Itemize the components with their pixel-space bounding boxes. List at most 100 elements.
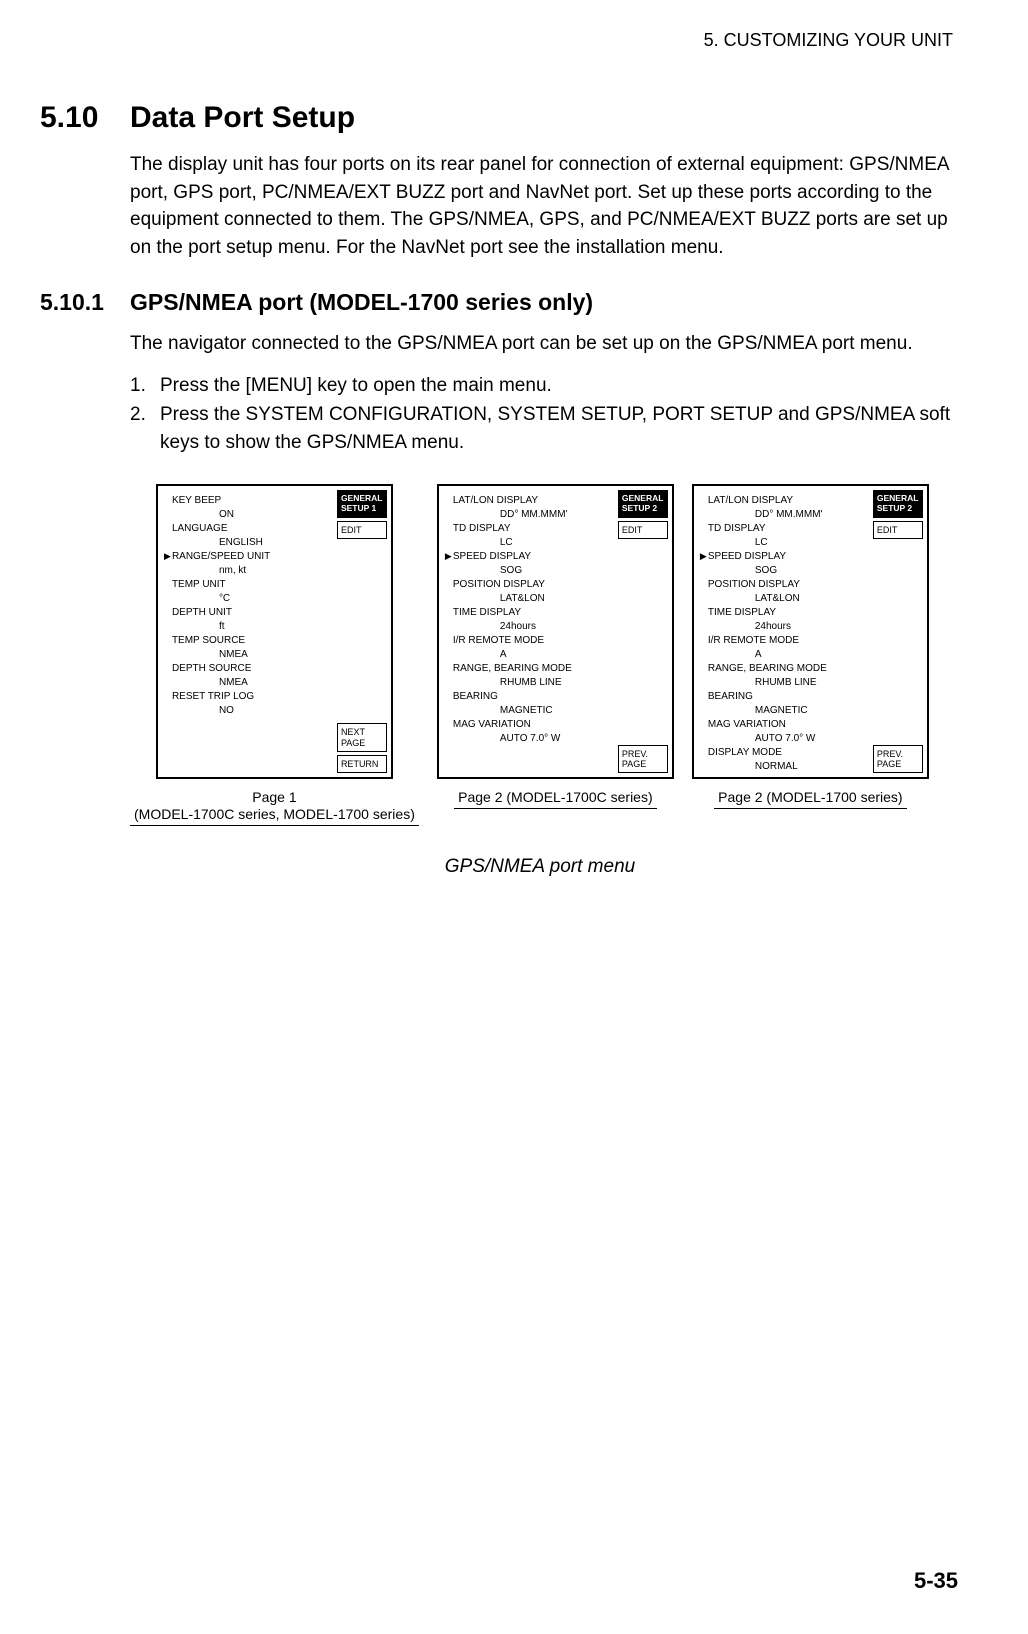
caret-icon xyxy=(445,718,453,732)
menu-item[interactable]: POSITION DISPLAY xyxy=(445,578,608,592)
menu-item-value: NMEA xyxy=(219,676,327,690)
menu-item[interactable]: TD DISPLAY xyxy=(700,522,863,536)
menu-item-label: DISPLAY MODE xyxy=(708,746,863,760)
menu-item[interactable]: ▶SPEED DISPLAY xyxy=(700,550,863,564)
caret-icon xyxy=(164,634,172,648)
menu-item-value: 24hours xyxy=(500,620,608,634)
menu-item-value: RHUMB LINE xyxy=(500,676,608,690)
caret-icon xyxy=(445,690,453,704)
caret-icon xyxy=(445,578,453,592)
softkey[interactable]: NEXT PAGE xyxy=(337,723,387,752)
menu-item-label: I/R REMOTE MODE xyxy=(708,634,863,648)
menu-item-label: BEARING xyxy=(708,690,863,704)
menu-item[interactable]: DEPTH SOURCE xyxy=(164,662,327,676)
menu-item[interactable]: MAG VARIATION xyxy=(700,718,863,732)
caret-icon xyxy=(700,690,708,704)
screen-block: KEY BEEPONLANGUAGEENGLISH▶RANGE/SPEED UN… xyxy=(130,484,419,826)
menu-item[interactable]: TEMP SOURCE xyxy=(164,634,327,648)
menu-item[interactable]: TEMP UNIT xyxy=(164,578,327,592)
caret-icon xyxy=(700,718,708,732)
menu-item-label: SPEED DISPLAY xyxy=(708,550,863,564)
screen-title-badge: GENERAL SETUP 1 xyxy=(337,490,387,518)
menu-item[interactable]: LAT/LON DISPLAY xyxy=(445,494,608,508)
menu-item-value: NORMAL xyxy=(755,760,863,774)
softkey-column: GENERAL SETUP 1 EDIT NEXT PAGE RETURN xyxy=(333,486,391,777)
menu-item-label: POSITION DISPLAY xyxy=(708,578,863,592)
caret-icon xyxy=(700,606,708,620)
menu-item-value: 24hours xyxy=(755,620,863,634)
caret-icon: ▶ xyxy=(445,550,453,564)
menu-item-value: LAT&LON xyxy=(500,592,608,606)
menu-item[interactable]: LAT/LON DISPLAY xyxy=(700,494,863,508)
menu-item-label: RANGE, BEARING MODE xyxy=(708,662,863,676)
menu-item[interactable]: TD DISPLAY xyxy=(445,522,608,536)
menu-item-value: ON xyxy=(219,508,327,522)
menu-item-value: DD° MM.MMM' xyxy=(755,508,863,522)
screen-panel: LAT/LON DISPLAYDD° MM.MMM'TD DISPLAYLC▶S… xyxy=(692,484,929,779)
menu-item-label: MAG VARIATION xyxy=(453,718,608,732)
menu-item-label: LANGUAGE xyxy=(172,522,327,536)
subsection-intro: The navigator connected to the GPS/NMEA … xyxy=(130,330,958,358)
menu-item[interactable]: POSITION DISPLAY xyxy=(700,578,863,592)
section-intro: The display unit has four ports on its r… xyxy=(130,151,958,261)
menu-item[interactable]: RESET TRIP LOG xyxy=(164,690,327,704)
step-list: 1.Press the [MENU] key to open the main … xyxy=(130,372,958,457)
menu-item[interactable]: ▶SPEED DISPLAY xyxy=(445,550,608,564)
softkey[interactable]: EDIT xyxy=(873,521,923,539)
menu-item-label: TIME DISPLAY xyxy=(708,606,863,620)
caret-icon xyxy=(445,522,453,536)
menu-item-value: SOG xyxy=(500,564,608,578)
menu-item[interactable]: DEPTH UNIT xyxy=(164,606,327,620)
menu-item-value: LC xyxy=(755,536,863,550)
menu-item-label: TEMP SOURCE xyxy=(172,634,327,648)
softkey[interactable]: PREV. PAGE xyxy=(873,745,923,774)
softkey[interactable]: EDIT xyxy=(618,521,668,539)
menu-item[interactable]: DISPLAY MODE xyxy=(700,746,863,760)
menu-item[interactable]: BEARING xyxy=(445,690,608,704)
menu-item[interactable]: I/R REMOTE MODE xyxy=(700,634,863,648)
caret-icon xyxy=(700,634,708,648)
menu-item-label: TIME DISPLAY xyxy=(453,606,608,620)
subsection-title: GPS/NMEA port (MODEL-1700 series only) xyxy=(130,289,593,316)
step-item: 1.Press the [MENU] key to open the main … xyxy=(130,372,958,400)
menu-item[interactable]: TIME DISPLAY xyxy=(445,606,608,620)
menu-item-value: NMEA xyxy=(219,648,327,662)
screen-block: LAT/LON DISPLAYDD° MM.MMM'TD DISPLAYLC▶S… xyxy=(692,484,929,826)
softkey[interactable]: EDIT xyxy=(337,521,387,539)
screen-caption: Page 2 (MODEL-1700 series) xyxy=(714,785,906,809)
menu-item[interactable]: RANGE, BEARING MODE xyxy=(445,662,608,676)
menu-item[interactable]: RANGE, BEARING MODE xyxy=(700,662,863,676)
step-text: Press the SYSTEM CONFIGURATION, SYSTEM S… xyxy=(160,401,958,456)
menu-item[interactable]: TIME DISPLAY xyxy=(700,606,863,620)
figure-caption: GPS/NMEA port menu xyxy=(130,856,950,878)
screen-menu: LAT/LON DISPLAYDD° MM.MMM'TD DISPLAYLC▶S… xyxy=(694,486,869,777)
screen-title-badge: GENERAL SETUP 2 xyxy=(873,490,923,518)
caret-icon xyxy=(700,494,708,508)
softkey[interactable]: PREV. PAGE xyxy=(618,745,668,774)
caret-icon xyxy=(164,690,172,704)
menu-item-value: LC xyxy=(500,536,608,550)
menu-item-value: DD° MM.MMM' xyxy=(500,508,608,522)
caret-icon xyxy=(164,522,172,536)
section-heading: 5.10 Data Port Setup xyxy=(40,101,958,135)
section-number: 5.10 xyxy=(40,101,130,135)
caret-icon xyxy=(445,662,453,676)
menu-item[interactable]: BEARING xyxy=(700,690,863,704)
menu-item-value: SOG xyxy=(755,564,863,578)
step-text: Press the [MENU] key to open the main me… xyxy=(160,372,552,400)
menu-item[interactable]: KEY BEEP xyxy=(164,494,327,508)
caret-icon xyxy=(700,522,708,536)
menu-item-label: TEMP UNIT xyxy=(172,578,327,592)
menu-item[interactable]: ▶RANGE/SPEED UNIT xyxy=(164,550,327,564)
screen-block: LAT/LON DISPLAYDD° MM.MMM'TD DISPLAYLC▶S… xyxy=(437,484,674,826)
caret-icon xyxy=(164,578,172,592)
softkey-column: GENERAL SETUP 2 EDIT PREV. PAGE xyxy=(869,486,927,777)
screens-row: KEY BEEPONLANGUAGEENGLISH▶RANGE/SPEED UN… xyxy=(130,484,958,826)
step-number: 1. xyxy=(130,372,160,400)
menu-item[interactable]: I/R REMOTE MODE xyxy=(445,634,608,648)
menu-item-value: MAGNETIC xyxy=(500,704,608,718)
menu-item[interactable]: LANGUAGE xyxy=(164,522,327,536)
menu-item[interactable]: MAG VARIATION xyxy=(445,718,608,732)
caret-icon: ▶ xyxy=(700,550,708,564)
softkey[interactable]: RETURN xyxy=(337,755,387,773)
